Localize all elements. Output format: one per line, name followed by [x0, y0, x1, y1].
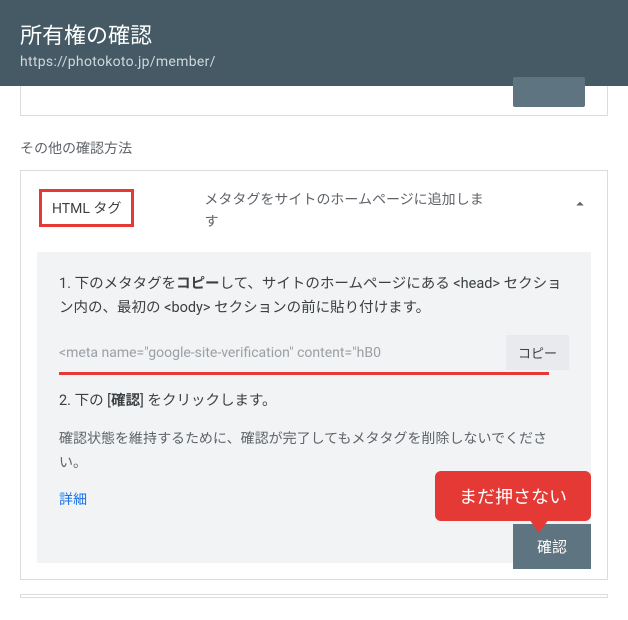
step1-prefix: 1. 下のメタタグを [59, 275, 176, 292]
page-title: 所有権の確認 [20, 18, 608, 50]
method-name: HTML タグ [39, 189, 134, 227]
step1-bold: コピー [176, 275, 220, 292]
step2-suffix: ] をクリックします。 [140, 392, 277, 409]
next-card-stub [20, 594, 608, 598]
step2-bold: 確認 [111, 392, 140, 409]
page-url: https://photokoto.jp/member/ [20, 54, 608, 70]
step-1: 1. 下のメタタグをコピーして、サイトのホームページにある <head> セクシ… [59, 272, 569, 321]
annotation-callout-tail [529, 519, 549, 533]
annotation-callout: まだ押さない [435, 471, 591, 521]
previous-card-stub [20, 86, 608, 116]
page-header: 所有権の確認 https://photokoto.jp/member/ [0, 0, 628, 86]
step2-prefix: 2. 下の [ [59, 392, 111, 409]
meta-tag-code[interactable]: <meta name="google-site-verification" co… [59, 345, 506, 361]
section-label: その他の確認方法 [20, 138, 608, 158]
copy-button[interactable]: コピー [506, 335, 569, 370]
step-2: 2. 下の [確認] をクリックします。 [59, 389, 569, 414]
verify-button[interactable]: 確認 [513, 524, 591, 569]
details-link[interactable]: 詳細 [59, 492, 87, 508]
hint-text: 確認状態を維持するために、確認が完了してもメタタグを削除しないでください。 [59, 428, 569, 476]
instructions-panel: 1. 下のメタタグをコピーして、サイトのホームページにある <head> セクシ… [37, 252, 591, 564]
card-header[interactable]: HTML タグ メタタグをサイトのホームページに追加します [21, 171, 607, 244]
meta-tag-row: <meta name="google-site-verification" co… [59, 335, 569, 370]
annotation-underline [59, 372, 549, 375]
method-description: メタタグをサイトのホームページに追加します [204, 189, 484, 234]
stub-button [513, 77, 585, 107]
chevron-up-icon[interactable] [571, 195, 589, 213]
method-card-html-tag: HTML タグ メタタグをサイトのホームページに追加します 1. 下のメタタグを… [20, 170, 608, 580]
